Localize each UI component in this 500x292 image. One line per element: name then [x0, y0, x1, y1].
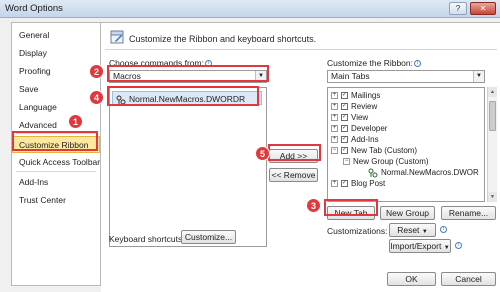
- reset-button[interactable]: Reset ▼: [389, 223, 436, 237]
- macro-icon: [368, 168, 378, 178]
- customizations-label: Customizations:: [327, 226, 388, 236]
- step-badge-2: 2: [89, 64, 104, 79]
- tree-item-view[interactable]: + ✓ View: [331, 113, 368, 123]
- highlight-new-tab-button: [324, 199, 378, 216]
- tree-label: Blog Post: [351, 179, 386, 188]
- new-group-label: New Group: [386, 208, 429, 218]
- help-button[interactable]: ?: [449, 2, 467, 15]
- tree-label: Mailings: [351, 91, 381, 100]
- nav-item-language[interactable]: Language: [12, 99, 100, 116]
- panel-header: Customize the Ribbon and keyboard shortc…: [129, 34, 317, 44]
- nav-divider: [16, 171, 96, 172]
- cancel-label: Cancel: [455, 274, 482, 284]
- tree-scrollbar[interactable]: ▲ ▼: [487, 87, 497, 202]
- nav-item-add-ins[interactable]: Add-Ins: [12, 174, 100, 191]
- tree-item-new-tab[interactable]: − ✓ New Tab (Custom): [331, 146, 417, 156]
- info-icon: i: [414, 60, 421, 68]
- info-icon: i: [440, 226, 447, 233]
- tree-item-review[interactable]: + ✓ Review: [331, 102, 377, 112]
- title-bar: Word Options ? ✕: [0, 0, 500, 18]
- expand-icon[interactable]: +: [331, 114, 338, 122]
- customize-ribbon-value: Main Tabs: [331, 71, 370, 81]
- nav-item-save[interactable]: Save: [12, 81, 100, 98]
- customize-shortcuts-button[interactable]: Customize...: [181, 230, 236, 244]
- scroll-thumb[interactable]: [489, 101, 496, 131]
- step-badge-4: 4: [89, 90, 104, 105]
- rename-label: Rename...: [448, 208, 489, 218]
- nav-item-general[interactable]: General: [12, 27, 100, 44]
- expand-icon[interactable]: +: [331, 92, 338, 100]
- tree-item-macro[interactable]: Normal.NewMacros.DWOR: [368, 168, 479, 178]
- checkbox[interactable]: ✓: [341, 103, 348, 111]
- tree-label: Developer: [351, 124, 388, 133]
- checkbox[interactable]: ✓: [341, 147, 348, 155]
- cancel-button[interactable]: Cancel: [441, 272, 496, 286]
- customize-ribbon-label: Customize the Ribbon: i: [327, 58, 421, 68]
- customize-ribbon-dropdown[interactable]: Main Tabs ▼: [327, 70, 485, 83]
- import-export-label: Import/Export: [390, 241, 442, 251]
- close-button[interactable]: ✕: [470, 2, 496, 15]
- keyboard-shortcuts-label: Keyboard shortcuts:: [109, 234, 185, 244]
- customize-ribbon-text: Customize the Ribbon:: [327, 58, 413, 68]
- step-badge-1: 1: [68, 114, 83, 129]
- remove-button-label: << Remove: [271, 170, 316, 180]
- tree-label: New Tab (Custom): [351, 146, 418, 155]
- tree-item-developer[interactable]: + ✓ Developer: [331, 124, 387, 134]
- nav-item-proofing[interactable]: Proofing: [12, 63, 100, 80]
- header-divider: [105, 49, 497, 50]
- scroll-down-icon[interactable]: ▼: [488, 192, 497, 202]
- tree-label: Add-Ins: [351, 135, 379, 144]
- chevron-down-icon: ▼: [473, 71, 484, 82]
- options-nav: General Display Proofing Save Language A…: [11, 22, 101, 286]
- step-badge-5: 5: [255, 146, 270, 161]
- remove-button[interactable]: << Remove: [269, 168, 318, 182]
- customize-ribbon-icon: [110, 30, 124, 44]
- checkbox[interactable]: ✓: [341, 180, 348, 188]
- new-group-button[interactable]: New Group: [380, 206, 435, 220]
- rename-button[interactable]: Rename...: [441, 206, 496, 220]
- checkbox[interactable]: ✓: [341, 136, 348, 144]
- tree-label: Normal.NewMacros.DWOR: [381, 168, 479, 178]
- checkbox[interactable]: ✓: [341, 92, 348, 100]
- tree-label: View: [351, 113, 369, 122]
- tree-item-new-group[interactable]: − New Group (Custom): [343, 157, 429, 167]
- ok-button[interactable]: OK: [387, 272, 436, 286]
- step-badge-3: 3: [306, 198, 321, 213]
- ribbon-tabs-tree[interactable]: + ✓ Mailings + ✓ Review + ✓ View + ✓ Developer +…: [327, 87, 485, 202]
- nav-item-quick-access-toolbar[interactable]: Quick Access Toolbar: [12, 154, 100, 171]
- expand-icon[interactable]: +: [331, 125, 338, 133]
- collapse-icon[interactable]: −: [343, 158, 350, 166]
- collapse-icon[interactable]: −: [331, 147, 338, 155]
- checkbox[interactable]: ✓: [341, 114, 348, 122]
- tree-label: Review: [351, 102, 378, 111]
- customize-label: Customize...: [184, 232, 233, 242]
- ok-label: OK: [405, 274, 418, 284]
- highlight-choose-commands: [107, 65, 269, 82]
- scroll-up-icon[interactable]: ▲: [488, 87, 497, 97]
- tree-item-mailings[interactable]: + ✓ Mailings: [331, 91, 380, 101]
- highlight-add-button: [268, 144, 321, 161]
- window-title: Word Options: [5, 3, 63, 14]
- tree-item-blog-post[interactable]: + ✓ Blog Post: [331, 179, 385, 189]
- dropdown-arrow-icon: ▼: [443, 245, 450, 251]
- info-icon: i: [455, 242, 462, 249]
- reset-label: Reset: [397, 225, 420, 235]
- highlight-macro-item: [107, 86, 259, 106]
- dropdown-arrow-icon: ▼: [421, 229, 428, 235]
- import-export-button[interactable]: Import/Export ▼: [389, 239, 451, 253]
- tree-item-add-ins[interactable]: + ✓ Add-Ins: [331, 135, 379, 145]
- tree-label: New Group (Custom): [353, 157, 429, 166]
- commands-list[interactable]: Normal.NewMacros.DWORDR: [109, 87, 267, 247]
- expand-icon[interactable]: +: [331, 136, 338, 144]
- expand-icon[interactable]: +: [331, 103, 338, 111]
- checkbox[interactable]: ✓: [341, 125, 348, 133]
- highlight-customize-ribbon: [12, 131, 98, 151]
- nav-item-display[interactable]: Display: [12, 45, 100, 62]
- nav-item-trust-center[interactable]: Trust Center: [12, 192, 100, 209]
- expand-icon[interactable]: +: [331, 180, 338, 188]
